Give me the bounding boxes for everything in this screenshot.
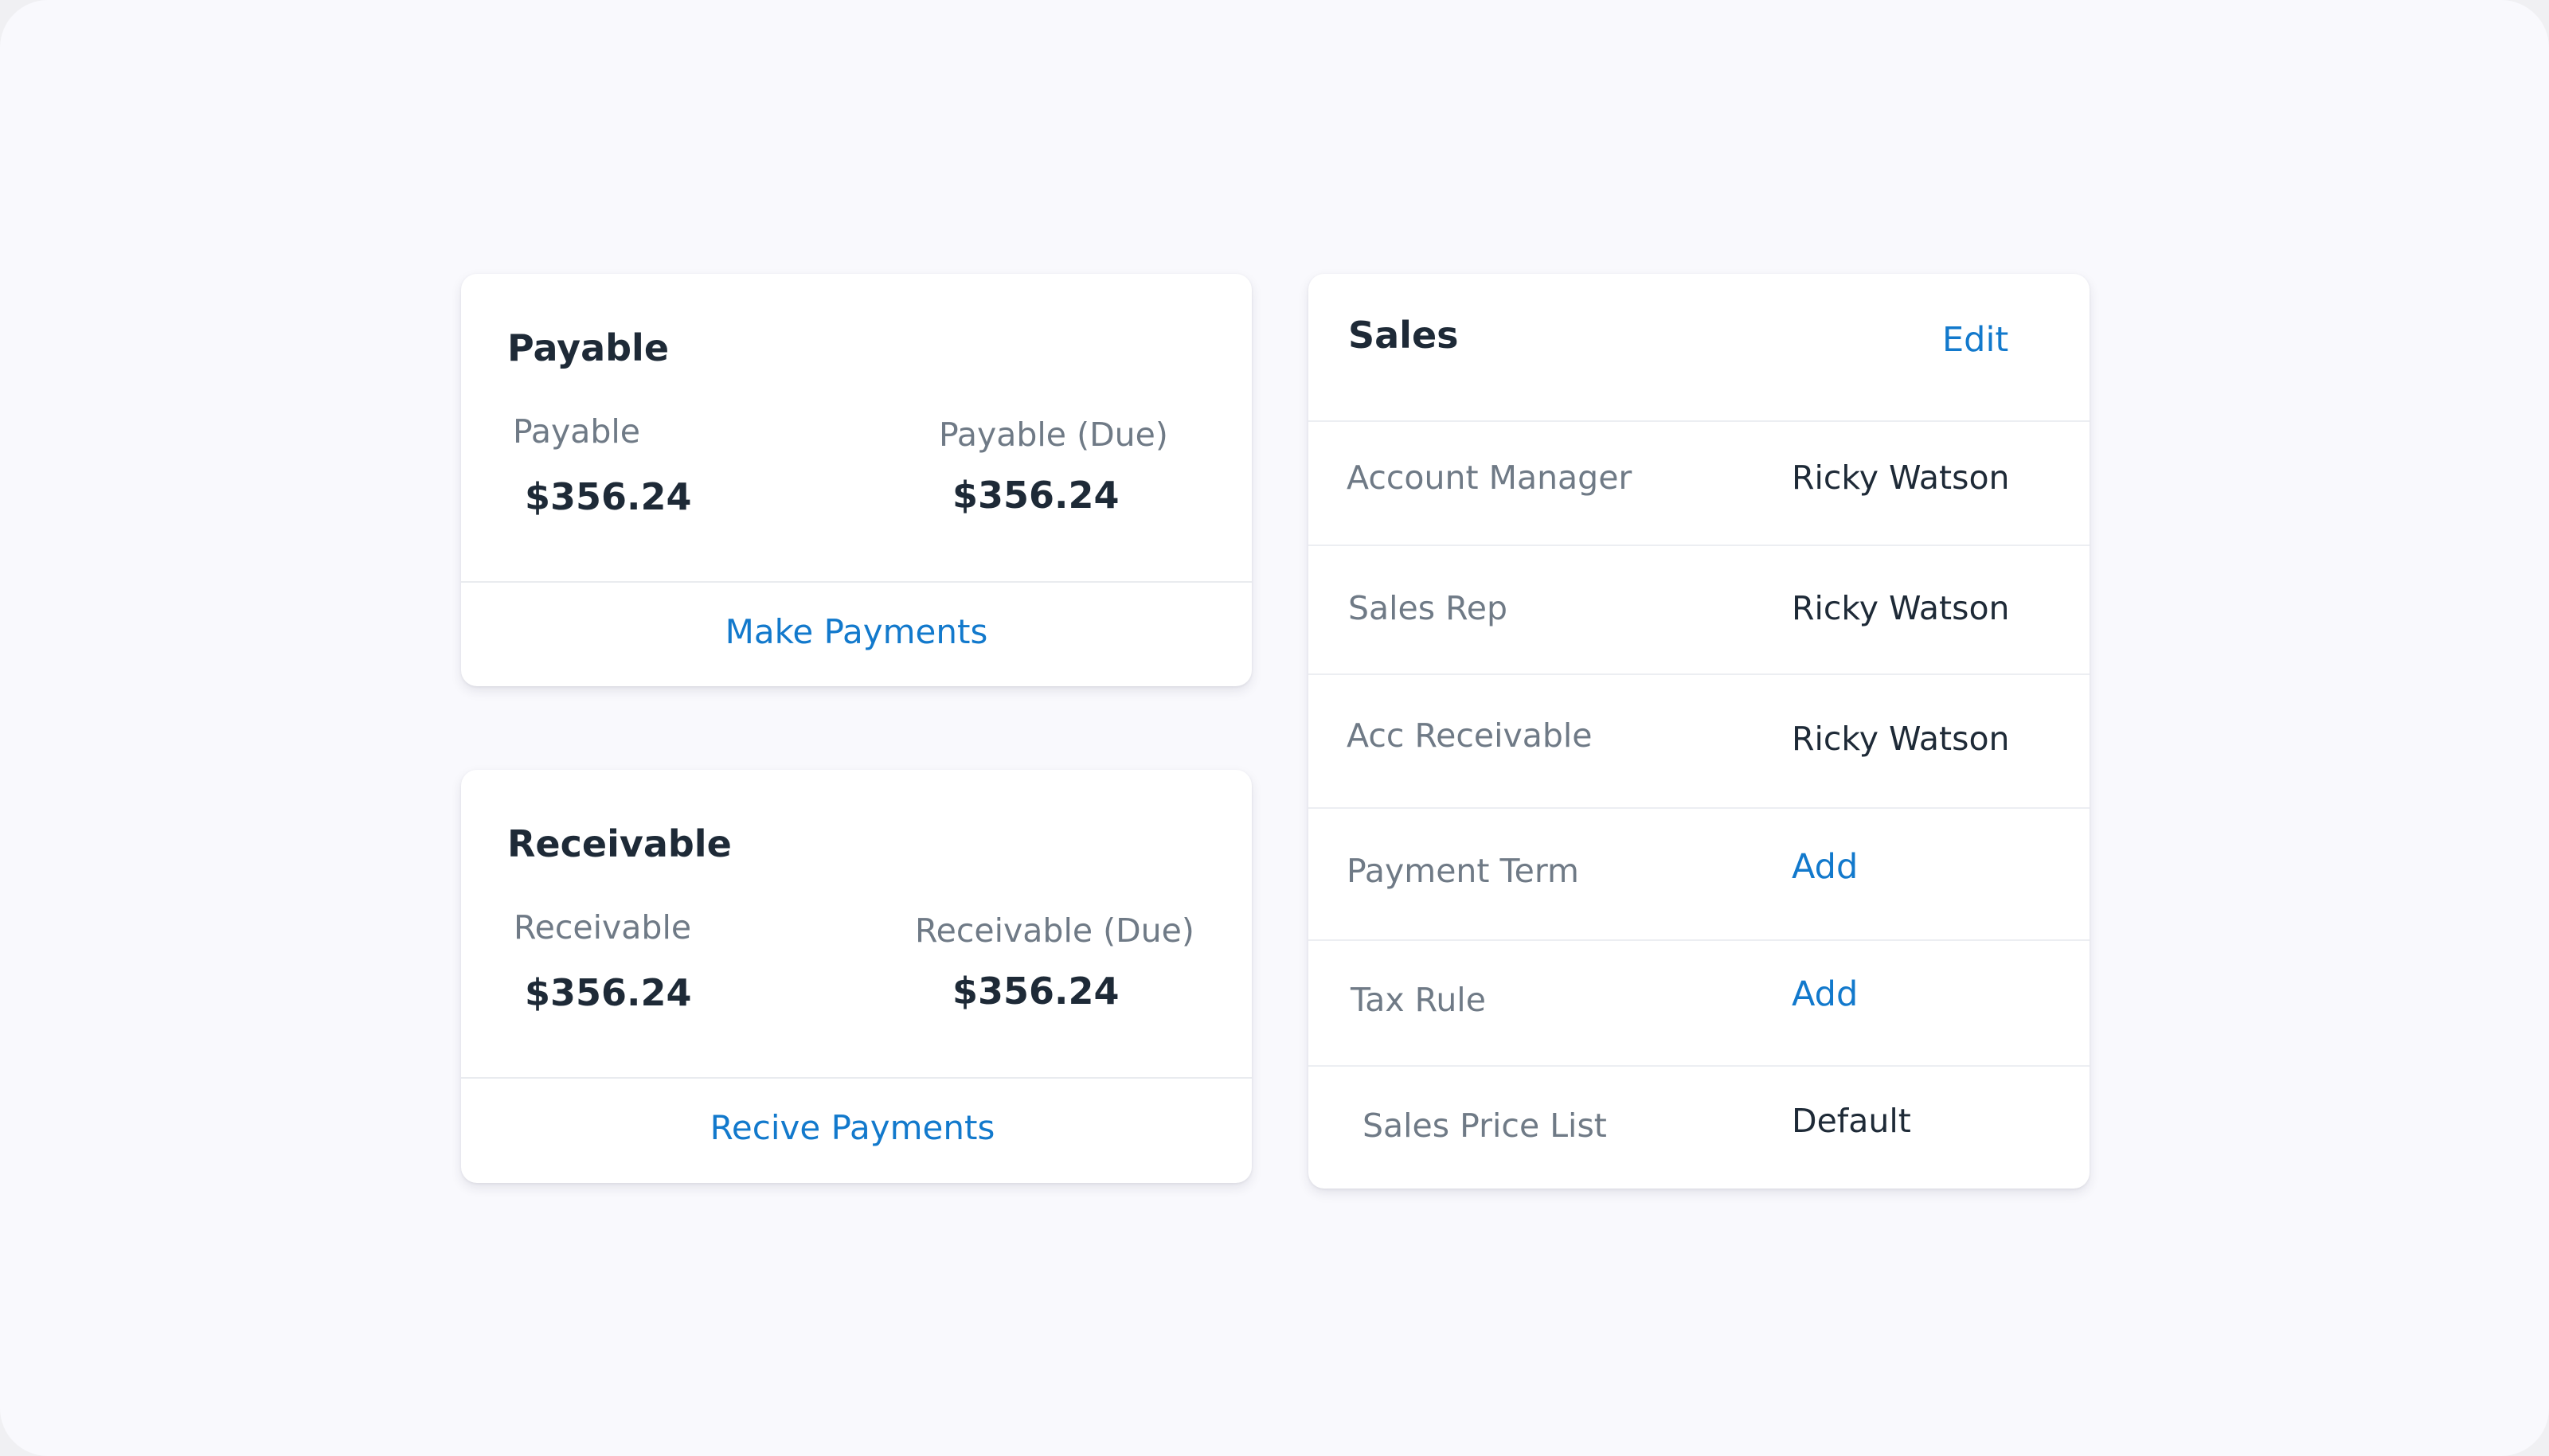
- sales-row-payment-term: Payment Term Add: [1308, 807, 2090, 941]
- receivable-divider: [461, 1077, 1252, 1079]
- payable-card-title: Payable: [507, 326, 670, 369]
- page-background: Payable Payable $356.24 Payable (Due) $3…: [0, 0, 2549, 1456]
- payable-card: Payable Payable $356.24 Payable (Due) $3…: [461, 274, 1252, 686]
- sales-rep-label: Sales Rep: [1348, 589, 1508, 627]
- tax-rule-label: Tax Rule: [1351, 981, 1486, 1019]
- sales-price-list-value: Default: [1792, 1102, 1911, 1140]
- sales-rep-value: Ricky Watson: [1792, 589, 2010, 627]
- sales-row-tax-rule: Tax Rule Add: [1308, 939, 2090, 1067]
- sales-row-sales-rep: Sales Rep Ricky Watson: [1308, 545, 2090, 675]
- receivable-card: Receivable Receivable $356.24 Receivable…: [461, 770, 1252, 1183]
- payable-due-label: Payable (Due): [939, 416, 1168, 454]
- receivable-label: Receivable: [514, 908, 692, 947]
- receivable-due-label: Receivable (Due): [915, 911, 1194, 950]
- account-manager-value: Ricky Watson: [1792, 459, 2010, 497]
- payable-divider: [461, 581, 1252, 583]
- payment-term-label: Payment Term: [1347, 852, 1579, 890]
- make-payments-button[interactable]: Make Payments: [461, 612, 1252, 651]
- receivable-amount: $356.24: [525, 971, 692, 1014]
- receivable-card-title: Receivable: [507, 822, 732, 865]
- sales-row-acc-receivable: Acc Receivable Ricky Watson: [1308, 673, 2090, 809]
- add-payment-term-button[interactable]: Add: [1792, 847, 1858, 887]
- receive-payments-button[interactable]: Recive Payments: [461, 1108, 1252, 1147]
- sales-row-account-manager: Account Manager Ricky Watson: [1308, 420, 2090, 551]
- acc-receivable-value: Ricky Watson: [1792, 720, 2010, 758]
- payable-label: Payable: [513, 412, 641, 451]
- sales-price-list-label: Sales Price List: [1362, 1107, 1607, 1145]
- add-tax-rule-button[interactable]: Add: [1792, 974, 1858, 1014]
- payable-due-amount: $356.24: [952, 474, 1120, 517]
- acc-receivable-label: Acc Receivable: [1347, 716, 1593, 755]
- sales-row-sales-price-list: Sales Price List Default: [1308, 1065, 2090, 1189]
- sales-card: Sales Edit Account Manager Ricky Watson …: [1308, 274, 2090, 1189]
- payable-amount: $356.24: [525, 475, 692, 518]
- receivable-due-amount: $356.24: [952, 970, 1120, 1013]
- account-manager-label: Account Manager: [1347, 459, 1632, 497]
- edit-sales-button[interactable]: Edit: [1942, 320, 2008, 360]
- sales-card-title: Sales: [1348, 314, 1459, 357]
